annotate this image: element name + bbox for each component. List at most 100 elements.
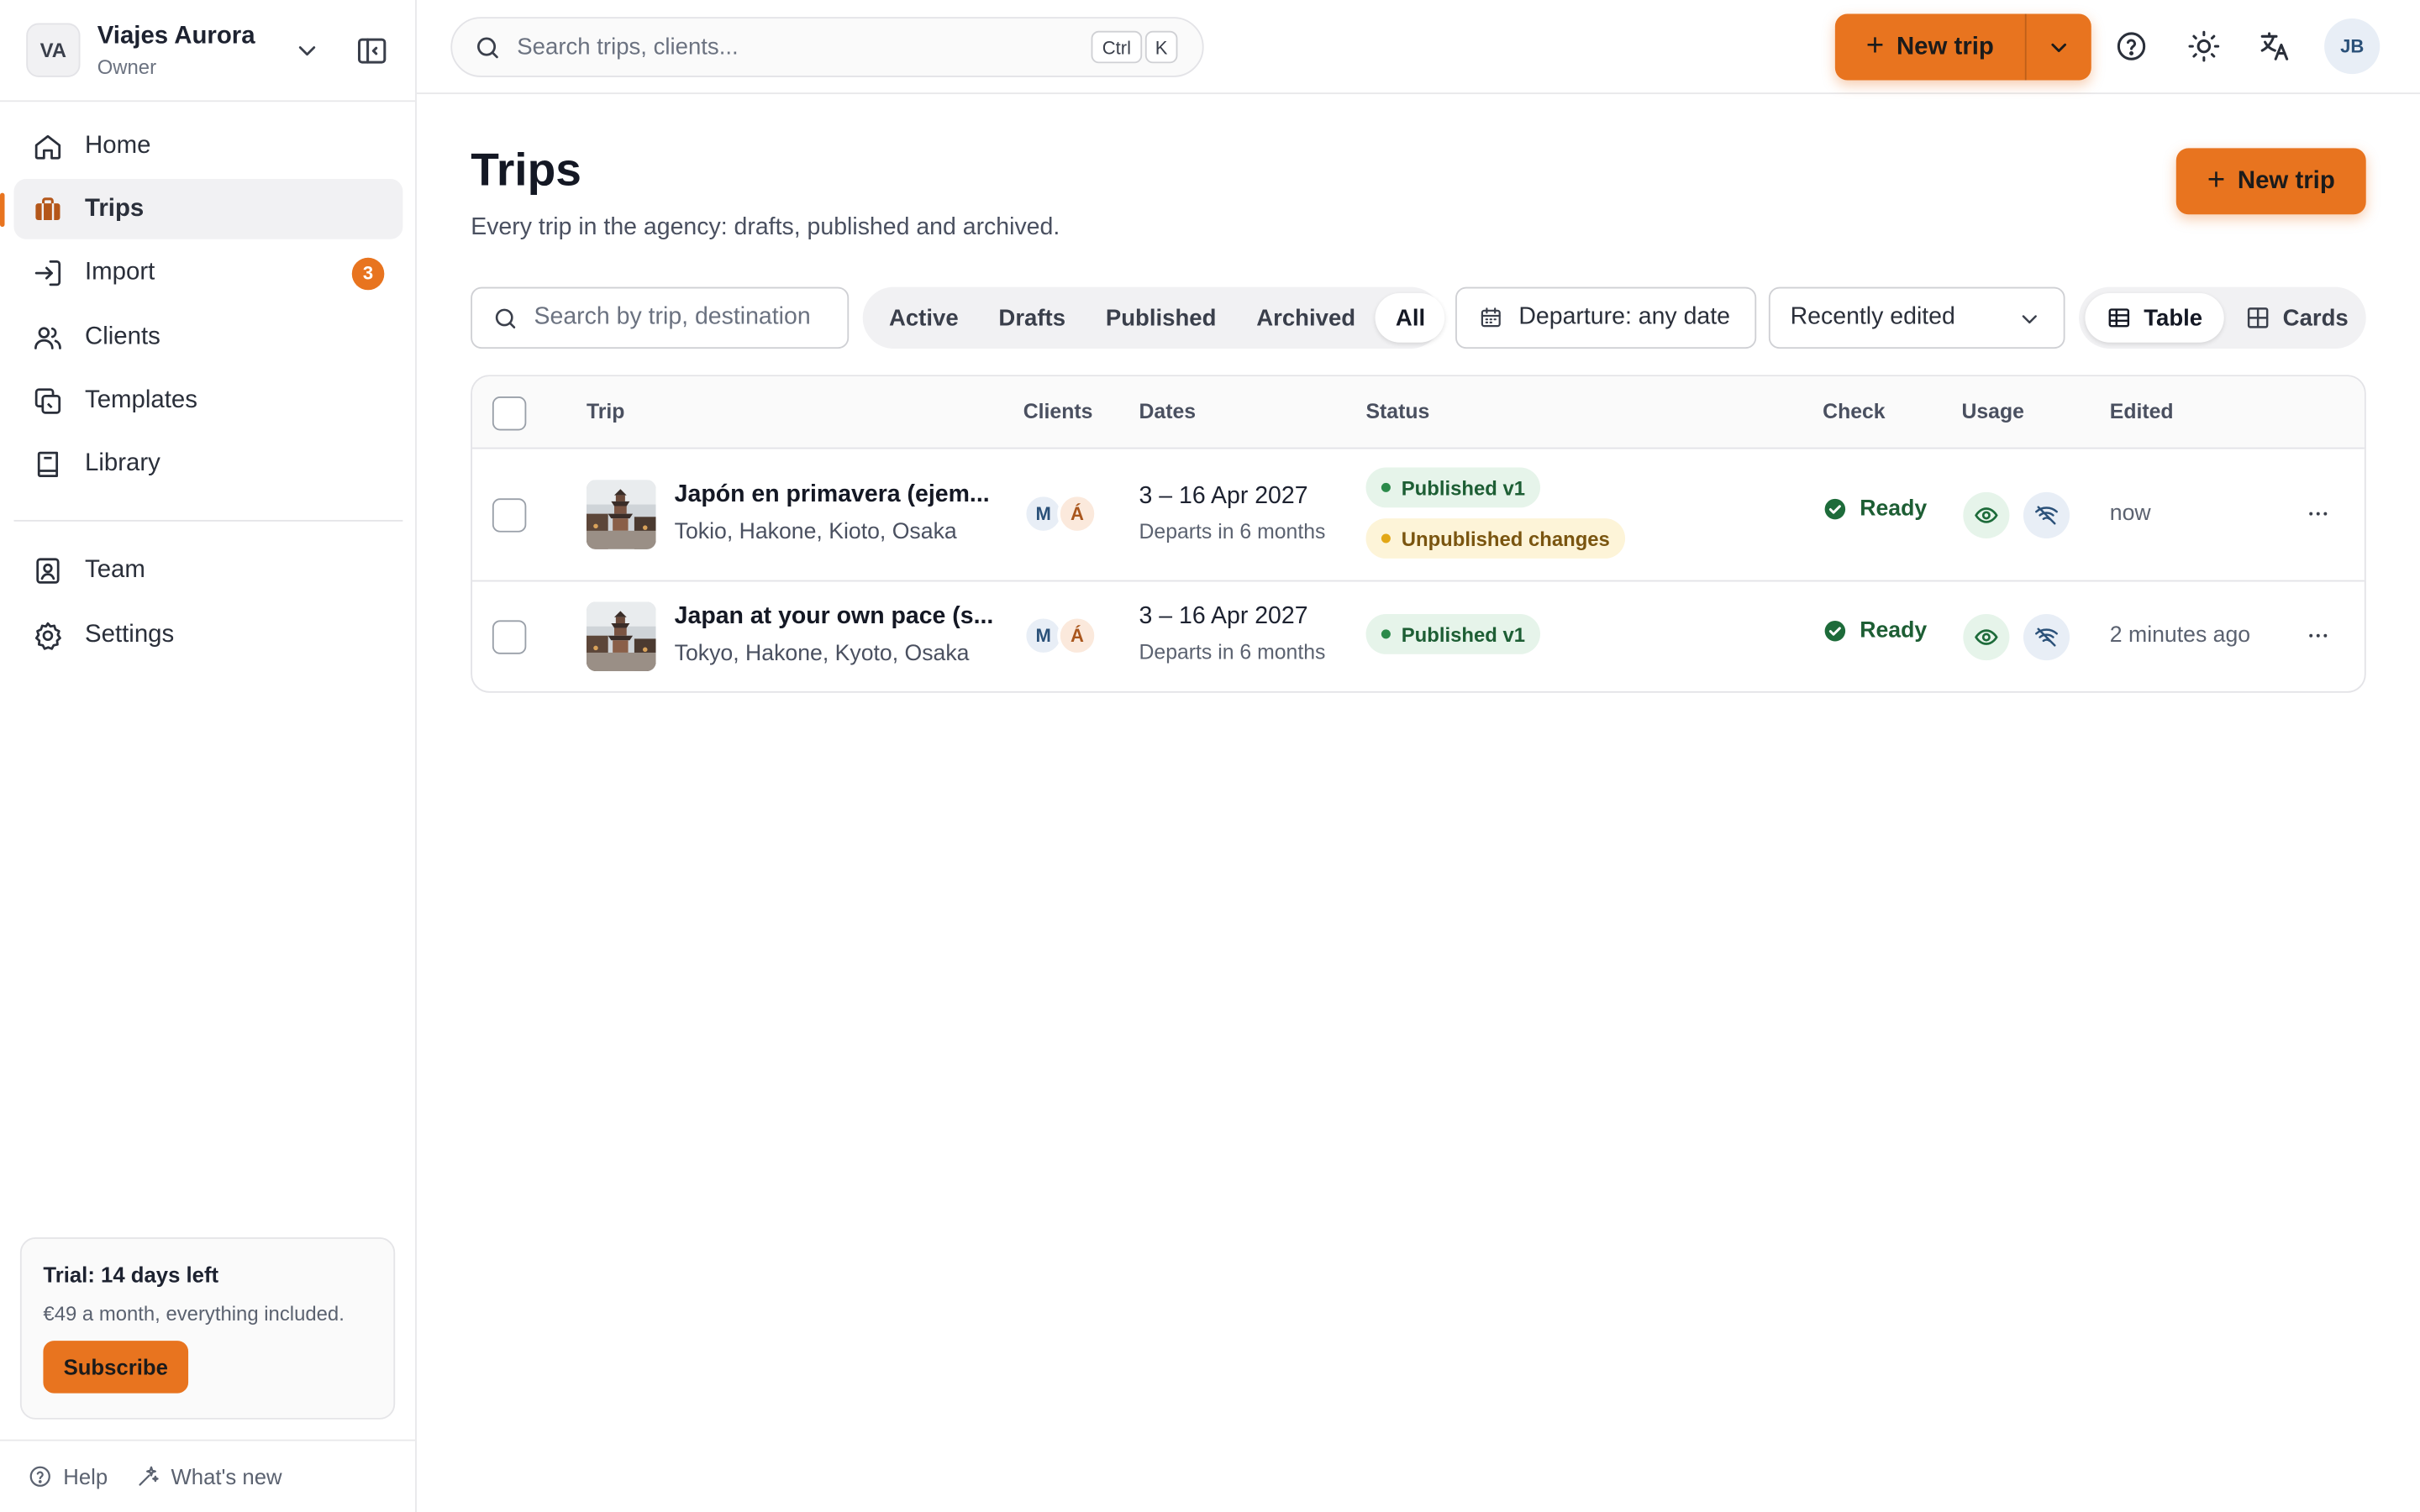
trial-subtitle: €49 a month, everything included.: [43, 1302, 345, 1326]
gear-icon: [33, 620, 64, 651]
help-label: Help: [63, 1464, 108, 1489]
tab-active[interactable]: Active: [869, 293, 978, 343]
status-badge-label: Published v1: [1401, 622, 1526, 646]
new-trip-menu-button[interactable]: [2027, 14, 2091, 81]
client-avatar[interactable]: Á: [1057, 615, 1097, 656]
search-icon: [495, 307, 516, 328]
subscribe-button[interactable]: Subscribe: [43, 1341, 189, 1394]
sort-select-value: Recently edited: [1790, 303, 1955, 331]
row-checkbox[interactable]: [492, 498, 527, 533]
page-subtitle: Every trip in the agency: drafts, publis…: [471, 214, 1060, 241]
check-status-label: Ready: [1860, 618, 1928, 643]
whats-new-link[interactable]: What's new: [135, 1464, 282, 1489]
team-icon: [33, 556, 64, 587]
view-cards-label: Cards: [2282, 304, 2349, 331]
sidebar-item-home[interactable]: Home: [14, 116, 403, 176]
column-header-edited[interactable]: Edited: [2110, 400, 2174, 423]
sidebar-item-templates[interactable]: Templates: [14, 371, 403, 432]
tab-published[interactable]: Published: [1086, 293, 1236, 343]
plus-icon: +: [2207, 163, 2226, 198]
sparkle-icon: [139, 1466, 159, 1486]
sidebar-item-import[interactable]: Import 3: [14, 244, 403, 304]
book-icon: [33, 449, 64, 480]
departure-date-filter[interactable]: Departure: any date: [1455, 286, 1757, 349]
status-badge-label: Published v1: [1401, 475, 1526, 500]
user-avatar[interactable]: JB: [2324, 18, 2381, 75]
translate-icon[interactable]: [2258, 29, 2291, 63]
trip-thumbnail: [586, 480, 656, 549]
sidebar-item-trips[interactable]: Trips: [0, 179, 403, 240]
help-icon: [29, 1466, 50, 1487]
trip-search-input[interactable]: [534, 303, 813, 332]
trips-table: Trip Clients Dates Status Check Usage Ed…: [471, 375, 2366, 693]
view-cards-button[interactable]: Cards: [2224, 293, 2370, 343]
trip-destinations: Tokyo, Hakone, Kyoto, Osaka: [674, 642, 970, 667]
check-status: Ready: [1823, 496, 1928, 522]
sidebar-item-settings[interactable]: Settings: [14, 606, 403, 666]
view-table-button[interactable]: Table: [2085, 292, 2224, 343]
trip-destinations: Tokio, Hakone, Kioto, Osaka: [674, 519, 957, 545]
tab-drafts[interactable]: Drafts: [979, 293, 1086, 343]
more-actions-icon[interactable]: [2302, 620, 2333, 651]
org-name: Viajes Aurora: [97, 22, 255, 49]
page-title: Trips: [471, 144, 581, 197]
column-header-trip[interactable]: Trip: [587, 400, 624, 423]
column-header-usage[interactable]: Usage: [1961, 400, 2023, 423]
trip-search-field: [471, 286, 850, 349]
kbd-ctrl: Ctrl: [1091, 30, 1143, 64]
help-icon[interactable]: [2114, 29, 2148, 63]
org-switcher[interactable]: VA Viajes Aurora Owner: [0, 0, 416, 102]
sidebar-item-library[interactable]: Library: [14, 435, 403, 496]
trip-thumbnail: [586, 601, 656, 671]
tab-archived[interactable]: Archived: [1236, 293, 1376, 343]
column-header-dates[interactable]: Dates: [1139, 400, 1197, 423]
global-search-placeholder: Search trips, clients...: [517, 34, 739, 60]
status-dot: [1381, 482, 1391, 492]
wifi-off-icon[interactable]: [2023, 614, 2070, 661]
check-circle-icon: [1824, 620, 1846, 642]
help-link[interactable]: Help: [28, 1464, 108, 1488]
sidebar-collapse-icon[interactable]: [355, 34, 388, 67]
suitcase-icon: [33, 194, 64, 225]
client-avatar[interactable]: Á: [1057, 493, 1097, 534]
trip-departs: Departs in 6 months: [1139, 640, 1326, 664]
users-icon: [33, 322, 64, 353]
chevron-down-icon[interactable]: [293, 37, 321, 65]
nav-divider: [13, 519, 403, 522]
column-header-clients[interactable]: Clients: [1023, 400, 1093, 423]
eye-icon[interactable]: [1963, 491, 2010, 539]
global-search-input[interactable]: Search trips, clients... Ctrl K: [450, 17, 1204, 77]
new-trip-label: New trip: [1896, 33, 1994, 60]
wifi-off-icon[interactable]: [2023, 491, 2070, 539]
trip-name[interactable]: Japan at your own pace (s...: [675, 603, 994, 631]
new-trip-button[interactable]: + New trip: [2175, 148, 2366, 215]
sort-select[interactable]: Recently edited: [1768, 286, 2065, 349]
status-badge-label: Unpublished changes: [1401, 527, 1610, 550]
more-actions-icon[interactable]: [2302, 498, 2333, 529]
table-row[interactable]: Japan at your own pace (s... Tokyo, Hako…: [472, 581, 2365, 690]
sidebar-item-clients[interactable]: Clients: [14, 307, 403, 368]
trip-departs: Departs in 6 months: [1139, 519, 1326, 543]
sidebar-footer: Help What's new: [0, 1439, 416, 1512]
new-trip-split-button: + New trip: [1834, 13, 2091, 81]
table-row[interactable]: Japón en primavera (ejem... Tokio, Hakon…: [472, 449, 2365, 582]
import-count-badge: 3: [351, 257, 385, 290]
row-checkbox[interactable]: [492, 620, 527, 654]
check-status-label: Ready: [1860, 496, 1928, 522]
new-trip-button[interactable]: + New trip: [1835, 13, 2027, 81]
import-icon: [33, 258, 64, 289]
column-header-check[interactable]: Check: [1823, 400, 1885, 423]
sidebar-item-team[interactable]: Team: [14, 542, 403, 602]
tab-all[interactable]: All: [1376, 292, 1446, 343]
sun-theme-icon[interactable]: [2187, 29, 2221, 63]
column-header-status[interactable]: Status: [1366, 400, 1430, 423]
new-trip-label: New trip: [2237, 167, 2335, 194]
whats-new-label: What's new: [171, 1464, 282, 1489]
eye-icon[interactable]: [1963, 614, 2010, 661]
sidebar-item-label: Team: [85, 557, 145, 585]
kbd-k: K: [1144, 30, 1178, 64]
check-status: Ready: [1823, 619, 1927, 643]
select-all-checkbox[interactable]: [492, 396, 527, 431]
trip-name[interactable]: Japón en primavera (ejem...: [675, 481, 990, 509]
calendar-icon: [1481, 307, 1501, 328]
